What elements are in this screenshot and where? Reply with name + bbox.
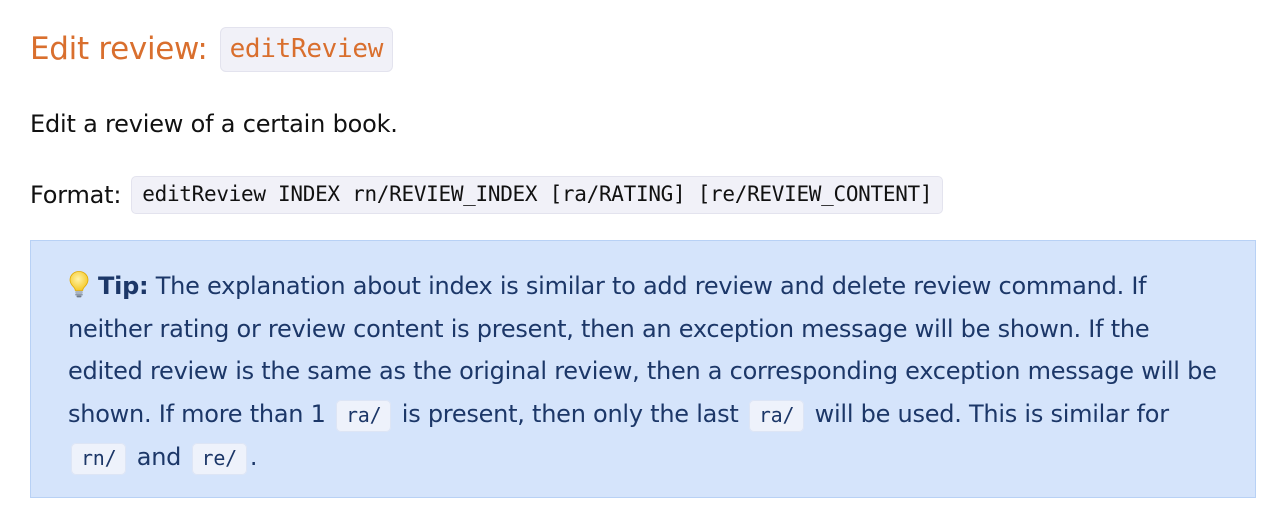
tip-text-part-3: will be used. This is similar for <box>807 399 1169 428</box>
command-description: Edit a review of a certain book. <box>30 110 398 138</box>
inline-code-rn: rn/ <box>71 443 127 475</box>
heading-text: Edit review: <box>30 31 208 67</box>
format-line: Format: editReview INDEX rn/REVIEW_INDEX… <box>30 176 944 214</box>
heading-code: editReview <box>219 26 394 72</box>
tip-text-part-5: . <box>249 443 258 471</box>
tip-box: Tip: The explanation about index is simi… <box>30 240 1256 498</box>
section-heading: Edit review: editReview <box>30 26 1258 72</box>
tip-text: Tip: The explanation about index is simi… <box>68 265 1228 480</box>
page-content: Edit review: editReview Edit a review of… <box>30 26 1258 498</box>
format-code: editReview INDEX rn/REVIEW_INDEX [ra/RAT… <box>131 176 944 214</box>
tip-label: Tip: <box>98 272 149 300</box>
tip-text-part-2: is present, then only the last <box>394 399 746 428</box>
inline-code-re: re/ <box>191 443 247 475</box>
format-label: Format: <box>30 181 122 209</box>
tip-text-part-4: and <box>129 443 189 471</box>
lightbulb-icon <box>68 265 98 308</box>
inline-code-ra-1: ra/ <box>336 399 392 432</box>
inline-code-ra-2: ra/ <box>748 399 805 432</box>
